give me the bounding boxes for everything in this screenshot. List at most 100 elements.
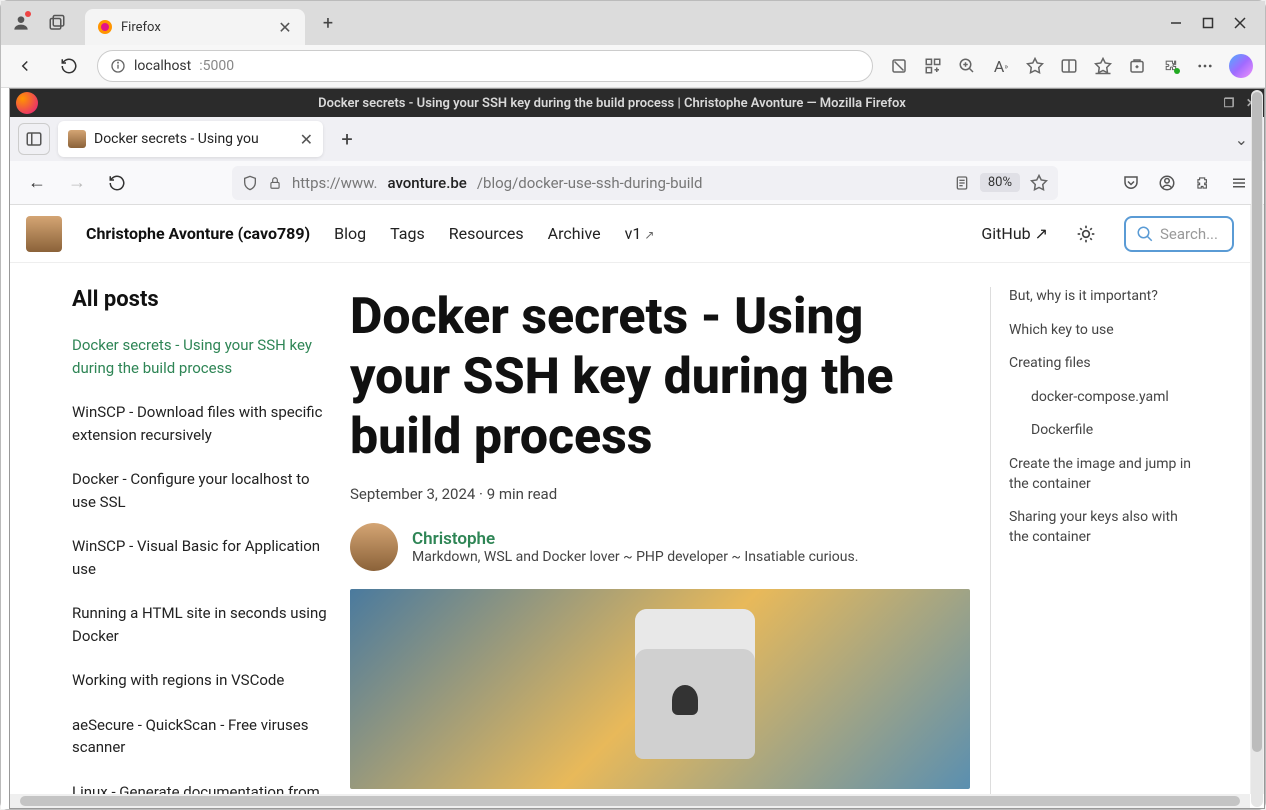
- outer-toolbar: localhost :5000 A»: [1, 45, 1265, 87]
- nav-link-github[interactable]: GitHub ↗: [981, 224, 1048, 243]
- inner-maximize-icon[interactable]: ❐: [1220, 94, 1238, 112]
- site-navbar: Christophe Avonture (cavo789) Blog Tags …: [10, 205, 1250, 263]
- copilot-icon[interactable]: [1229, 54, 1253, 78]
- split-icon[interactable]: [1059, 56, 1079, 76]
- toc-item[interactable]: Which key to use: [1009, 321, 1200, 341]
- site-avatar-icon[interactable]: [26, 216, 62, 252]
- outer-titlebar: Firefox ✕ +: [1, 1, 1265, 45]
- bookmark-star-icon[interactable]: [1030, 174, 1048, 192]
- inner-firefox-window: Docker secrets - Using your SSH key duri…: [9, 88, 1265, 809]
- sidebar-post-link[interactable]: Docker secrets - Using your SSH key duri…: [72, 334, 334, 379]
- pocket-icon[interactable]: [1118, 170, 1144, 196]
- reader-icon[interactable]: [954, 175, 970, 191]
- inner-titlebar: Docker secrets - Using your SSH key duri…: [10, 89, 1264, 117]
- shield-icon[interactable]: [242, 175, 258, 191]
- back-button[interactable]: [9, 50, 41, 82]
- account-icon[interactable]: [1154, 170, 1180, 196]
- toc-item[interactable]: Creating files: [1009, 354, 1200, 374]
- author-bio: Markdown, WSL and Docker lover ~ PHP dev…: [412, 549, 858, 565]
- url-protocol: https://www.: [292, 174, 377, 192]
- posts-sidebar: All posts Docker secrets - Using your SS…: [10, 287, 350, 794]
- extensions-icon[interactable]: [1190, 170, 1216, 196]
- toc-item[interactable]: docker-compose.yaml: [1009, 388, 1200, 408]
- sidebar-heading: All posts: [72, 287, 334, 312]
- table-of-contents: But, why is it important? Which key to u…: [990, 287, 1200, 794]
- inner-tab-label: Docker secrets - Using you: [94, 131, 292, 147]
- zoom-icon[interactable]: [957, 56, 977, 76]
- sidebar-post-link[interactable]: WinSCP - Visual Basic for Application us…: [72, 535, 334, 580]
- outer-tab-label: Firefox: [121, 20, 269, 35]
- new-tab-button[interactable]: +: [331, 123, 363, 155]
- outer-address-bar[interactable]: localhost :5000: [97, 50, 873, 82]
- refresh-button[interactable]: [102, 168, 132, 198]
- apps-icon[interactable]: [923, 56, 943, 76]
- blocked-icon[interactable]: [889, 56, 909, 76]
- close-icon[interactable]: ✕: [300, 130, 313, 149]
- outer-vertical-scrollbar[interactable]: [1251, 90, 1263, 807]
- article-main: Docker secrets - Using your SSH key duri…: [350, 287, 990, 794]
- refresh-button[interactable]: [53, 50, 85, 82]
- text-size-icon[interactable]: A»: [991, 56, 1011, 76]
- toc-item[interactable]: Sharing your keys also with the containe…: [1009, 508, 1200, 547]
- article-meta: September 3, 2024 · 9 min read: [350, 485, 970, 503]
- toc-item[interactable]: Create the image and jump in the contain…: [1009, 455, 1200, 494]
- outer-address-host: localhost: [134, 58, 191, 74]
- toc-item[interactable]: Dockerfile: [1009, 421, 1200, 441]
- outer-address-port: :5000: [199, 58, 234, 74]
- sidebar-post-link[interactable]: Docker - Configure your localhost to use…: [72, 468, 334, 513]
- close-icon[interactable]: ✕: [277, 19, 293, 35]
- inner-toolbar: ← → https://www. avonture.be/blog/docker-…: [10, 161, 1264, 205]
- panel-toggle-icon[interactable]: [18, 123, 50, 155]
- outer-browser-tab[interactable]: Firefox ✕: [85, 9, 305, 45]
- sidebar-post-link[interactable]: Working with regions in VSCode: [72, 669, 334, 692]
- firefox-favicon-icon: [97, 19, 113, 35]
- hero-image: [350, 589, 970, 789]
- author-avatar-icon[interactable]: [350, 523, 398, 571]
- back-button[interactable]: ←: [22, 168, 52, 198]
- collections-icon[interactable]: [1127, 56, 1147, 76]
- extensions-icon[interactable]: [1161, 56, 1181, 76]
- tab-actions-icon[interactable]: [39, 5, 75, 41]
- nav-link-resources[interactable]: Resources: [449, 224, 524, 243]
- new-tab-button[interactable]: +: [311, 6, 345, 40]
- lock-icon[interactable]: [268, 176, 282, 190]
- firefox-logo-icon: [16, 92, 38, 114]
- sidebar-post-link[interactable]: aeSecure - QuickScan - Free viruses scan…: [72, 714, 334, 759]
- inner-address-bar[interactable]: https://www. avonture.be/blog/docker-use-…: [232, 166, 1058, 200]
- toc-item[interactable]: But, why is it important?: [1009, 287, 1200, 307]
- forward-button[interactable]: →: [62, 168, 92, 198]
- search-input[interactable]: Search...: [1124, 216, 1234, 252]
- inner-window-title: Docker secrets - Using your SSH key duri…: [44, 96, 1220, 111]
- author-row: Christophe Markdown, WSL and Docker love…: [350, 523, 970, 571]
- close-window-icon[interactable]: [1233, 16, 1247, 30]
- nav-link-archive[interactable]: Archive: [548, 224, 601, 243]
- nav-link-blog[interactable]: Blog: [334, 224, 366, 243]
- zoom-badge[interactable]: 80%: [980, 173, 1020, 192]
- nav-link-v1[interactable]: v1: [625, 224, 655, 243]
- search-placeholder: Search...: [1160, 225, 1218, 243]
- profile-icon[interactable]: [7, 9, 35, 37]
- more-icon[interactable]: [1195, 56, 1215, 76]
- nav-link-tags[interactable]: Tags: [390, 224, 425, 243]
- maximize-icon[interactable]: [1201, 16, 1215, 30]
- inner-tabs-row: Docker secrets - Using you ✕ + ⌄: [10, 117, 1264, 161]
- sidebar-post-link[interactable]: WinSCP - Download files with specific ex…: [72, 401, 334, 446]
- page-favicon-icon: [68, 130, 86, 148]
- article-title: Docker secrets - Using your SSH key duri…: [350, 287, 970, 467]
- theme-toggle-icon[interactable]: [1072, 220, 1100, 248]
- search-icon: [1136, 225, 1154, 243]
- minimize-icon[interactable]: [1169, 16, 1183, 30]
- inner-browser-tab[interactable]: Docker secrets - Using you ✕: [58, 121, 323, 157]
- site-info-icon[interactable]: [110, 58, 126, 74]
- horizontal-scrollbar[interactable]: [10, 794, 1250, 808]
- url-path: /blog/docker-use-ssh-during-build: [477, 174, 703, 192]
- url-host: avonture.be: [387, 174, 466, 192]
- menu-icon[interactable]: [1226, 170, 1252, 196]
- sidebar-post-link[interactable]: Running a HTML site in seconds using Doc…: [72, 602, 334, 647]
- author-name[interactable]: Christophe: [412, 529, 858, 549]
- sidebar-post-link[interactable]: Linux - Generate documentation from Bash…: [72, 781, 334, 795]
- favorites-bar-icon[interactable]: [1093, 56, 1113, 76]
- window-controls: [1169, 16, 1259, 30]
- favorite-icon[interactable]: [1025, 56, 1045, 76]
- site-brand[interactable]: Christophe Avonture (cavo789): [86, 224, 310, 243]
